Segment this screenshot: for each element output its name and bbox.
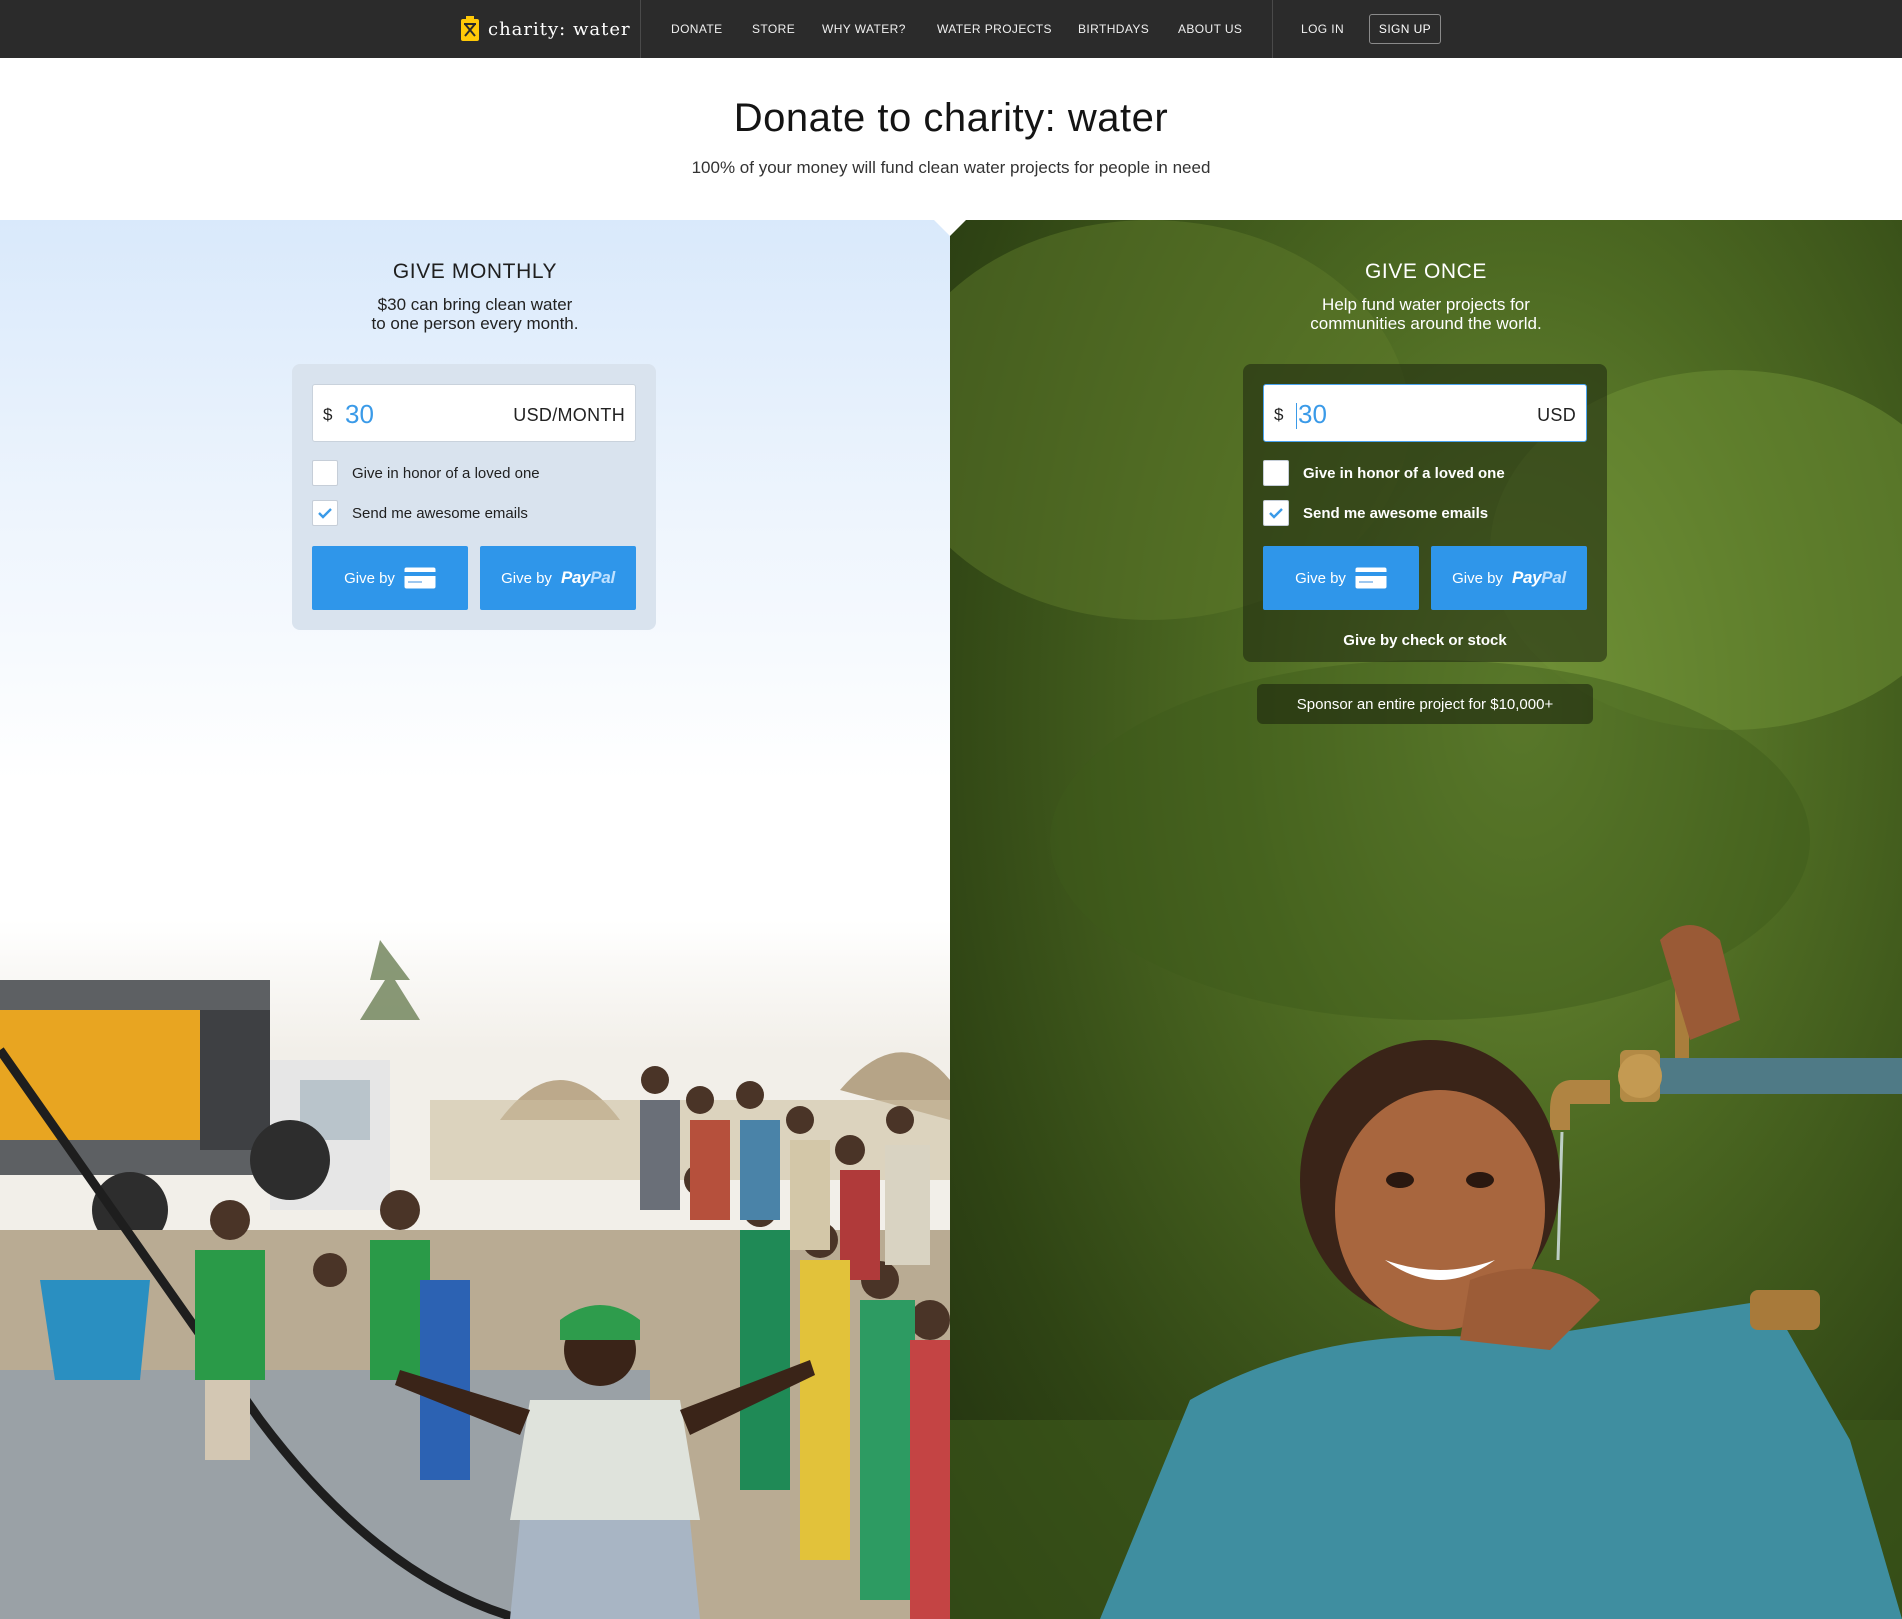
nav-link-why-water[interactable]: WHY WATER?	[822, 22, 906, 36]
nav-divider	[1272, 0, 1273, 58]
top-nav: charity: water DONATE STORE WHY WATER? W…	[0, 0, 1902, 58]
paypal-logo: PayPal	[560, 568, 615, 587]
monthly-amount-input[interactable]: $ 30 USD/MONTH	[312, 384, 636, 442]
currency-symbol: $	[323, 405, 333, 424]
honor-checkbox-label: Give in honor of a loved one	[352, 464, 540, 482]
checkmark-icon	[1269, 508, 1283, 519]
monthly-amount-value: 30	[345, 399, 374, 429]
one-time-amount-value: 30	[1296, 399, 1327, 430]
honor-checkbox-row[interactable]: Give in honor of a loved one	[1263, 460, 1505, 486]
emails-checkbox[interactable]	[312, 500, 338, 526]
give-monthly-desc-line1: $30 can bring clean water	[377, 295, 573, 314]
login-link[interactable]: LOG IN	[1301, 22, 1344, 36]
give-once-panel: GIVE ONCE Help fund water projects for c…	[950, 220, 1902, 1619]
nav-link-store[interactable]: STORE	[752, 22, 795, 36]
give-by-card-button[interactable]: Give by	[312, 546, 468, 610]
give-once-desc-line1: Help fund water projects for	[1322, 295, 1530, 314]
give-monthly-panel: GIVE MONTHLY $30 can bring clean water t…	[0, 220, 950, 1619]
emails-checkbox-row[interactable]: Send me awesome emails	[1263, 500, 1488, 526]
credit-card-icon	[1355, 567, 1387, 589]
page-subtitle: 100% of your money will fund clean water…	[691, 158, 1211, 177]
paypal-logo: PayPal	[1511, 568, 1566, 587]
give-monthly-heading: GIVE MONTHLY	[392, 260, 558, 283]
one-time-amount-unit: USD	[1537, 405, 1576, 425]
give-monthly-desc-line2: to one person every month.	[371, 314, 579, 333]
page-title: Donate to charity: water	[733, 96, 1169, 140]
give-by-paypal-label: Give by	[501, 569, 552, 587]
signup-button[interactable]: SIGN UP	[1369, 14, 1441, 44]
credit-card-icon	[404, 567, 436, 589]
honor-checkbox-row[interactable]: Give in honor of a loved one	[312, 460, 540, 486]
give-by-check-or-stock-link[interactable]: Give by check or stock	[1243, 632, 1607, 649]
emails-checkbox-row[interactable]: Send me awesome emails	[312, 500, 528, 526]
monthly-amount-unit: USD/MONTH	[513, 405, 625, 425]
brand-logo[interactable]: charity: water	[460, 16, 631, 42]
emails-checkbox[interactable]	[1263, 500, 1289, 526]
nav-link-donate[interactable]: DONATE	[671, 22, 723, 36]
give-by-paypal-button[interactable]: Give by PayPal	[1431, 546, 1587, 610]
honor-checkbox-label: Give in honor of a loved one	[1303, 464, 1505, 482]
checkmark-icon	[318, 508, 332, 519]
text-caret	[1296, 403, 1297, 430]
sponsor-project-button[interactable]: Sponsor an entire project for $10,000+	[1257, 684, 1593, 724]
nav-divider	[640, 0, 641, 58]
honor-checkbox[interactable]	[312, 460, 338, 486]
nav-link-birthdays[interactable]: BIRTHDAYS	[1078, 22, 1149, 36]
section-notch	[934, 220, 966, 236]
give-by-paypal-label: Give by	[1452, 569, 1503, 587]
jerrycan-logo-icon	[461, 16, 479, 41]
give-by-card-label: Give by	[1295, 569, 1346, 587]
nav-link-about-us[interactable]: ABOUT US	[1178, 22, 1242, 36]
give-once-heading: GIVE ONCE	[1364, 260, 1488, 283]
give-once-desc-line2: communities around the world.	[1310, 314, 1542, 333]
nav-link-water-projects[interactable]: WATER PROJECTS	[937, 22, 1052, 36]
currency-symbol: $	[1274, 405, 1284, 424]
emails-checkbox-label: Send me awesome emails	[1303, 504, 1489, 522]
honor-checkbox[interactable]	[1263, 460, 1289, 486]
emails-checkbox-label: Send me awesome emails	[352, 504, 528, 522]
give-by-paypal-button[interactable]: Give by PayPal	[480, 546, 636, 610]
monthly-donation-form: $ 30 USD/MONTH Give in honor of a loved …	[292, 364, 656, 630]
brand-name: charity: water	[488, 18, 631, 40]
give-by-card-button[interactable]: Give by	[1263, 546, 1419, 610]
one-time-amount-input[interactable]: $ 30 USD	[1263, 384, 1587, 442]
give-by-card-label: Give by	[344, 569, 395, 587]
one-time-donation-form: $ 30 USD Give in honor of a loved one Se…	[1243, 364, 1607, 662]
